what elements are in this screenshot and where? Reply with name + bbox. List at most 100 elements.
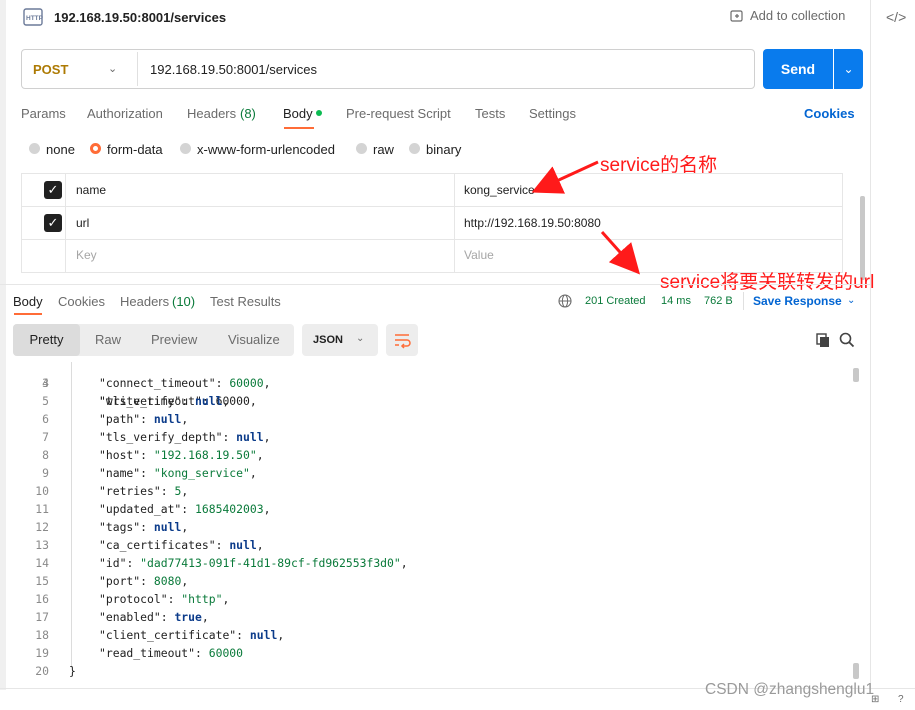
response-time[interactable]: 14 ms: [661, 295, 691, 307]
watermark-text: CSDN @zhangshenglu1: [705, 681, 875, 698]
json-key: "updated_at": [99, 502, 182, 516]
form-key-cell[interactable]: url: [76, 216, 89, 230]
json-key: "id": [99, 556, 127, 570]
search-icon[interactable]: [839, 332, 855, 348]
line-number: 8: [42, 448, 49, 462]
help-icon[interactable]: ?: [898, 694, 904, 705]
line-number: 13: [35, 538, 49, 552]
globe-icon[interactable]: [558, 294, 572, 308]
radio-label-raw[interactable]: raw: [373, 142, 394, 157]
radio-form-data[interactable]: [90, 143, 101, 154]
tab-body[interactable]: Body: [283, 106, 313, 121]
json-value: true: [174, 610, 202, 624]
json-key: "protocol": [99, 592, 168, 606]
tab-headers[interactable]: Headers: [187, 106, 236, 121]
code-line: 4 "connect_timeout": 60000,: [0, 374, 862, 392]
chevron-down-icon[interactable]: ⌄: [108, 62, 117, 75]
code-line: 15 "port": 8080,: [0, 572, 862, 590]
chevron-down-icon[interactable]: ⌄: [847, 295, 855, 306]
tab-pre-request-script[interactable]: Pre-request Script: [346, 106, 451, 121]
json-value: null: [195, 394, 223, 408]
json-value: 60000: [229, 376, 264, 390]
line-number: 19: [35, 646, 49, 660]
copy-icon[interactable]: [815, 332, 831, 348]
line-number: 14: [35, 556, 49, 570]
add-to-collection-button[interactable]: Add to collection: [730, 8, 845, 23]
tab-tests[interactable]: Tests: [475, 106, 505, 121]
json-value: 1685402003: [195, 502, 264, 516]
response-tab-headers-count[interactable]: (10): [172, 294, 195, 309]
url-input[interactable]: 192.168.19.50:8001/services: [150, 62, 317, 77]
json-key: "port": [99, 574, 141, 588]
radio-label-none[interactable]: none: [46, 142, 75, 157]
form-key-cell[interactable]: name: [76, 183, 106, 197]
scrollbar-thumb[interactable]: [853, 368, 859, 382]
row-checkbox[interactable]: ✓: [44, 181, 62, 199]
radio-label-binary[interactable]: binary: [426, 142, 461, 157]
chevron-down-icon[interactable]: ⌄: [356, 333, 364, 344]
row-checkbox[interactable]: ✓: [44, 214, 62, 232]
layout-icon[interactable]: ⊞: [871, 694, 879, 705]
send-options-chevron-icon[interactable]: ⌄: [834, 49, 863, 89]
json-key: "read_timeout": [99, 646, 196, 660]
radio-raw[interactable]: [356, 143, 367, 154]
tab-authorization[interactable]: Authorization: [87, 106, 163, 121]
view-preview-button[interactable]: Preview: [151, 332, 197, 347]
key-placeholder-input[interactable]: Key: [76, 248, 97, 262]
radio-label-form-data[interactable]: form-data: [107, 142, 163, 157]
url-bar: [21, 49, 755, 89]
value-placeholder-input[interactable]: Value: [464, 248, 494, 262]
radio-binary[interactable]: [409, 143, 420, 154]
tab-params[interactable]: Params: [21, 106, 66, 121]
radio-label-x-www-form-urlencoded[interactable]: x-www-form-urlencoded: [197, 142, 335, 157]
form-value-cell[interactable]: http://192.168.19.50:8080: [464, 216, 601, 230]
code-text: "name": "kong_service",: [99, 466, 257, 480]
annotation-text: service的名称: [600, 155, 718, 176]
response-tab-body[interactable]: Body: [13, 294, 43, 309]
row-divider: [21, 206, 843, 207]
response-size[interactable]: 762 B: [704, 295, 733, 307]
method-select[interactable]: POST: [33, 62, 68, 77]
view-visualize-button[interactable]: Visualize: [228, 332, 280, 347]
annotation-text: service将要关联转发的url: [660, 272, 875, 293]
code-line: 12 "tags": null,: [0, 518, 862, 536]
line-number: 12: [35, 520, 49, 534]
collection-icon: [730, 9, 743, 22]
response-tab-cookies[interactable]: Cookies: [58, 294, 105, 309]
save-response-button[interactable]: Save Response: [753, 294, 842, 308]
json-value: null: [153, 412, 182, 426]
code-text: "updated_at": 1685402003,: [99, 502, 271, 516]
response-code-editor[interactable]: 3 "write_timeout": 60000, 4 "connect_time…: [0, 362, 862, 680]
send-button[interactable]: Send: [763, 49, 833, 89]
response-tab-headers[interactable]: Headers: [120, 294, 169, 309]
radio-none[interactable]: [29, 143, 40, 154]
response-tab-test-results[interactable]: Test Results: [210, 294, 281, 309]
tab-settings[interactable]: Settings: [529, 106, 576, 121]
line-number: 17: [35, 610, 49, 624]
cookies-link[interactable]: Cookies: [804, 106, 855, 121]
scrollbar-thumb[interactable]: [853, 663, 859, 679]
form-value-cell[interactable]: kong_service: [464, 183, 535, 197]
request-title[interactable]: 192.168.19.50:8001/services: [54, 10, 226, 25]
view-pretty-button[interactable]: Pretty: [13, 324, 80, 356]
wrap-lines-button[interactable]: [386, 324, 418, 356]
line-number: 20: [35, 664, 49, 678]
tab-underline: [14, 313, 42, 315]
col-divider: [454, 173, 455, 273]
line-number: 10: [35, 484, 49, 498]
code-text: "tags": null,: [99, 520, 189, 534]
format-select-label[interactable]: JSON: [313, 334, 343, 346]
code-text: "tls_verify": null,: [99, 394, 230, 408]
json-value: 8080: [153, 574, 182, 588]
response-status[interactable]: 201 Created: [585, 295, 646, 307]
code-line: 9 "name": "kong_service",: [0, 464, 862, 482]
code-line: 3 "write_timeout": 60000,: [0, 362, 862, 408]
line-number: 4: [42, 376, 49, 390]
view-raw-button[interactable]: Raw: [95, 332, 121, 347]
radio-x-www-form-urlencoded[interactable]: [180, 143, 191, 154]
tab-headers-count[interactable]: (8): [240, 106, 256, 121]
code-text: "protocol": "http",: [99, 592, 230, 606]
json-value: null: [249, 628, 278, 642]
code-snippet-icon[interactable]: </>: [886, 9, 906, 25]
right-panel-divider: [870, 0, 871, 690]
